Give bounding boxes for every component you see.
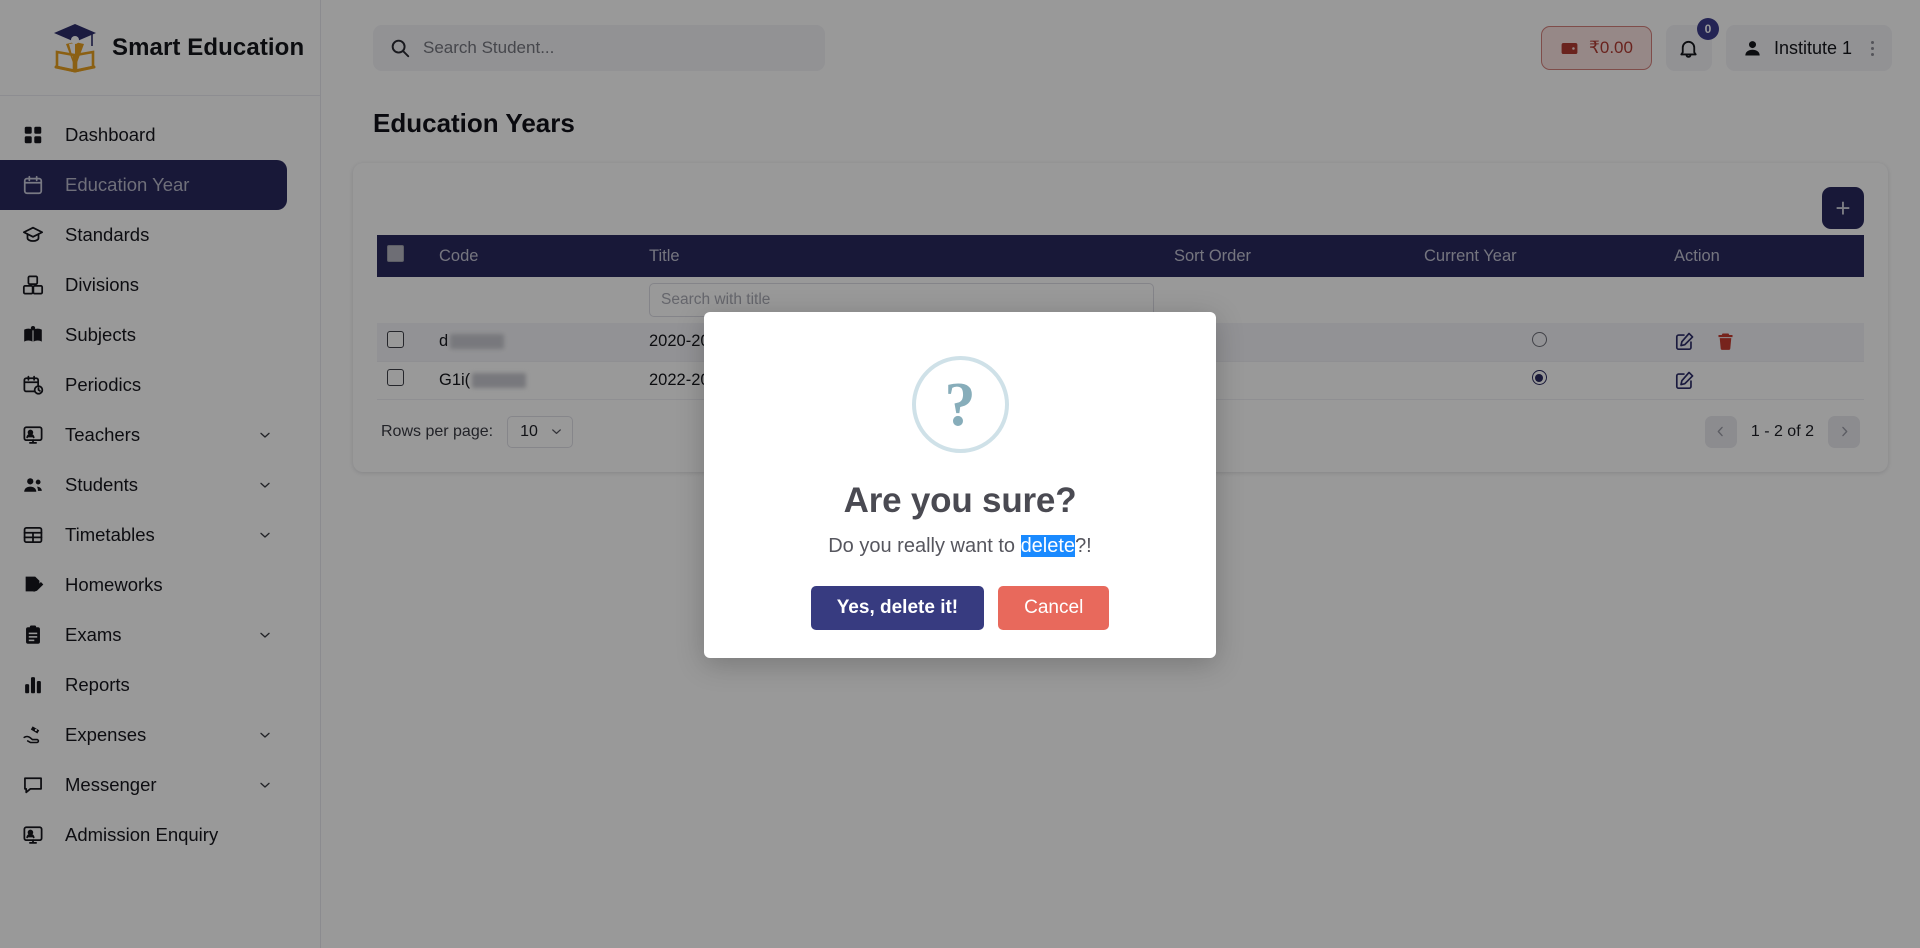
cancel-button[interactable]: Cancel bbox=[998, 586, 1110, 630]
delete-confirmation-dialog: ? Are you sure? Do you really want to de… bbox=[704, 312, 1216, 658]
dialog-title: Are you sure? bbox=[843, 481, 1077, 520]
dialog-message: Do you really want to delete?! bbox=[724, 535, 1196, 558]
dialog-message-selected-word: delete bbox=[1020, 535, 1076, 557]
dialog-actions: Yes, delete it! Cancel bbox=[724, 586, 1196, 630]
dialog-message-suffix: ?! bbox=[1075, 535, 1092, 557]
question-mark-icon: ? bbox=[911, 356, 1009, 453]
dialog-message-prefix: Do you really want to bbox=[828, 535, 1021, 557]
app-root: Smart Education Dashboard Education Year S… bbox=[0, 0, 1920, 948]
confirm-delete-button[interactable]: Yes, delete it! bbox=[810, 586, 985, 630]
